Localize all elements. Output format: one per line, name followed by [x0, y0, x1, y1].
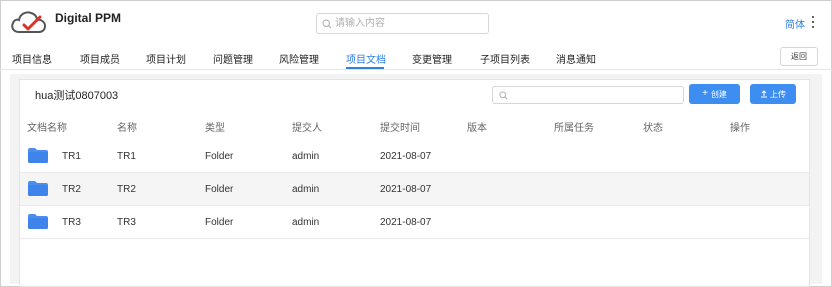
global-search-input[interactable] — [335, 14, 485, 33]
back-button[interactable]: 返回 — [780, 47, 818, 66]
more-vertical-icon[interactable] — [811, 16, 815, 28]
upload-icon — [761, 90, 767, 98]
tab-risk-management[interactable]: 风险管理 — [279, 51, 319, 66]
column-header-version[interactable]: 版本 — [467, 119, 487, 134]
tabs-divider — [0, 69, 832, 70]
table-row[interactable]: TR3 TR3 Folder admin 2021-08-07 — [20, 206, 809, 239]
create-button-label: 创建 — [710, 89, 727, 99]
language-switch[interactable]: 简体 — [785, 16, 805, 31]
column-header-status[interactable]: 状态 — [643, 119, 663, 134]
submit-time-cell: 2021-08-07 — [380, 217, 432, 228]
column-header-doc-name[interactable]: 文档名称 — [27, 119, 67, 134]
type-cell: Folder — [205, 217, 234, 228]
document-search-input[interactable] — [511, 87, 681, 103]
tab-project-members[interactable]: 项目成员 — [80, 51, 120, 66]
column-header-task[interactable]: 所属任务 — [554, 119, 594, 134]
submitter-cell: admin — [292, 184, 320, 195]
folder-icon — [28, 181, 48, 196]
cloud-logo-icon — [11, 11, 47, 33]
tab-notifications[interactable]: 消息通知 — [556, 51, 596, 66]
name-cell: TR3 — [117, 217, 136, 228]
column-header-submitter[interactable]: 提交人 — [292, 119, 322, 134]
submit-time-cell: 2021-08-07 — [380, 151, 432, 162]
upload-button-label: 上传 — [770, 89, 786, 99]
app-title: Digital PPM — [55, 11, 122, 25]
global-search[interactable] — [316, 13, 489, 34]
column-header-name[interactable]: 名称 — [117, 119, 137, 134]
submitter-cell: admin — [292, 217, 320, 228]
column-header-submit-time[interactable]: 提交时间 — [380, 119, 420, 134]
table-row[interactable]: TR1 TR1 Folder admin 2021-08-07 — [20, 140, 809, 173]
search-icon — [322, 18, 332, 29]
tab-project-info[interactable]: 项目信息 — [12, 51, 52, 66]
upload-button[interactable]: 上传 — [750, 84, 796, 104]
tab-project-plan[interactable]: 项目计划 — [146, 51, 186, 66]
type-cell: Folder — [205, 151, 234, 162]
doc-name-cell[interactable]: TR2 — [62, 184, 81, 195]
table-row[interactable]: TR2 TR2 Folder admin 2021-08-07 — [20, 173, 809, 206]
tab-change-management[interactable]: 变更管理 — [412, 51, 452, 66]
column-header-action[interactable]: 操作 — [730, 119, 750, 134]
create-button[interactable]: + 创建 — [689, 84, 740, 104]
column-header-type[interactable]: 类型 — [205, 119, 225, 134]
tab-issue-management[interactable]: 问题管理 — [213, 51, 253, 66]
folder-icon — [28, 214, 48, 229]
submit-time-cell: 2021-08-07 — [380, 184, 432, 195]
search-icon — [499, 90, 508, 100]
folder-title: hua测试0807003 — [35, 90, 119, 102]
doc-name-cell[interactable]: TR3 — [62, 217, 81, 228]
doc-name-cell[interactable]: TR1 — [62, 151, 81, 162]
folder-icon — [28, 148, 48, 163]
tab-subproject-list[interactable]: 子项目列表 — [480, 51, 530, 66]
type-cell: Folder — [205, 184, 234, 195]
plus-icon: + — [702, 88, 708, 99]
submitter-cell: admin — [292, 151, 320, 162]
document-search[interactable] — [492, 86, 684, 104]
tab-project-documents[interactable]: 项目文档 — [346, 51, 386, 66]
name-cell: TR1 — [117, 151, 136, 162]
name-cell: TR2 — [117, 184, 136, 195]
